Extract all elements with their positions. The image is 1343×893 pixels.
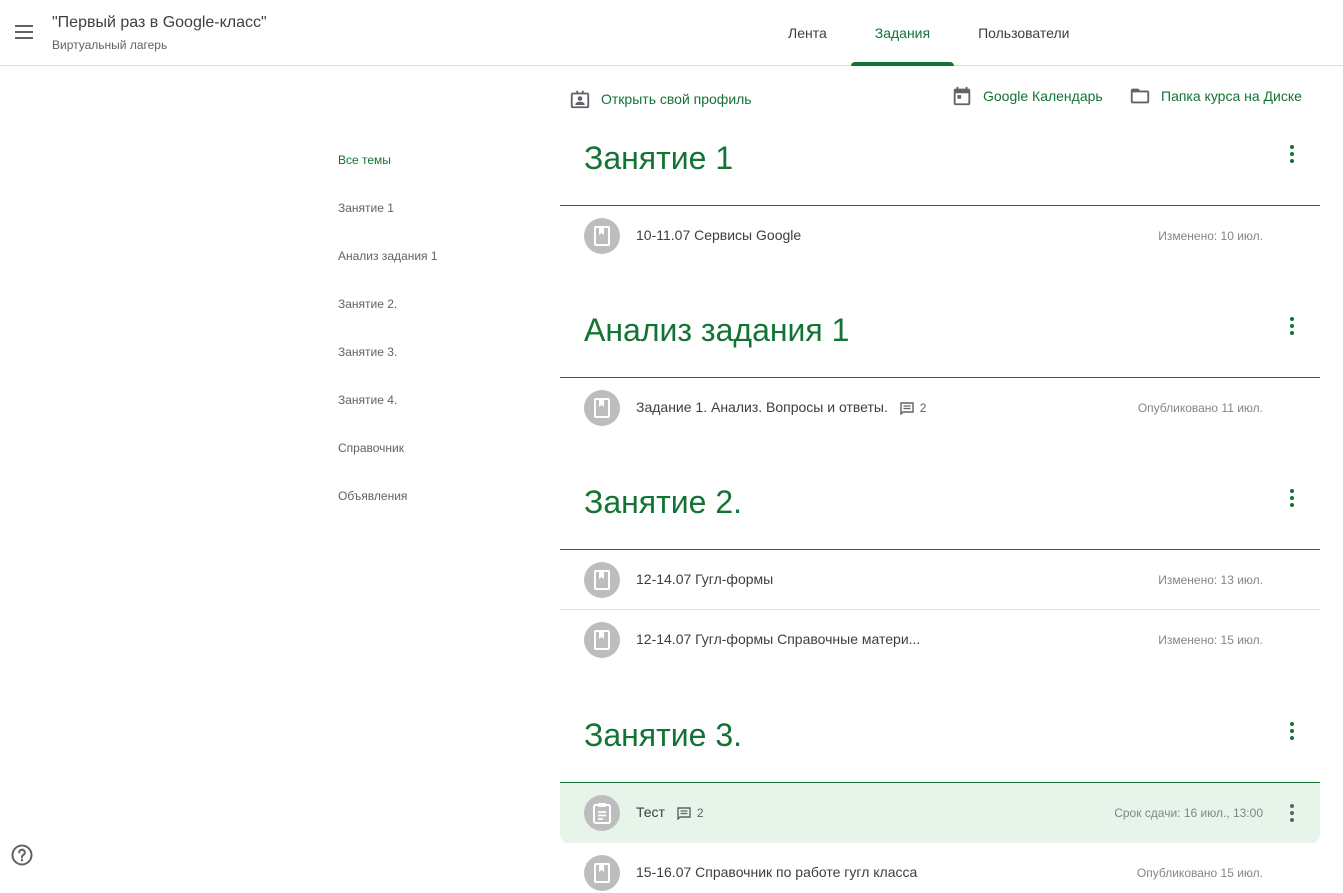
item-meta: Изменено: 15 июл. [1158, 633, 1263, 647]
topic-item[interactable]: Занятие 2. [338, 292, 538, 340]
drive-folder-label: Папка курса на Диске [1161, 88, 1302, 104]
main-tabs: Лента Задания Пользователи [764, 0, 1093, 66]
topic-item[interactable]: Анализ задания 1 [338, 244, 538, 292]
tab-stream[interactable]: Лента [764, 0, 851, 66]
item-title: 12-14.07 Гугл-формы [636, 571, 774, 587]
item-more-button[interactable] [1280, 801, 1304, 825]
material-icon [584, 855, 620, 891]
item-title: Задание 1. Анализ. Вопросы и ответы. 2 [636, 399, 926, 415]
tab-classwork[interactable]: Задания [850, 0, 955, 66]
item-title-text: Задание 1. Анализ. Вопросы и ответы. [636, 399, 888, 415]
assignment-icon [584, 795, 620, 831]
item-meta: Изменено: 10 июл. [1158, 229, 1263, 243]
section-title: Занятие 2. [584, 484, 743, 520]
section-more-button[interactable] [1280, 142, 1304, 166]
item-title: 10-11.07 Сервисы Google [636, 227, 802, 243]
topic-item[interactable]: Занятие 4. [338, 388, 538, 436]
section-more-button[interactable] [1280, 314, 1304, 338]
section-title: Анализ задания 1 [584, 312, 850, 348]
comment-icon [677, 807, 691, 820]
material-icon [584, 562, 620, 598]
open-profile-label: Открыть свой профиль [601, 91, 752, 107]
topic-section: Занятие 3. Тест 2 Срок сдачи: 16 июл., 1… [560, 713, 1320, 893]
tab-people[interactable]: Пользователи [954, 0, 1093, 66]
app-header: "Первый раз в Google-класс" Виртуальный … [0, 0, 1343, 66]
item-title: 15-16.07 Справочник по работе гугл класс… [636, 864, 918, 880]
course-subtitle: Виртуальный лагерь [52, 38, 168, 52]
calendar-icon [953, 86, 971, 106]
google-calendar-link[interactable]: Google Календарь [951, 85, 1103, 107]
item-meta: Срок сдачи: 16 июл., 13:00 [1114, 806, 1263, 820]
section-header: Занятие 3. [560, 713, 1320, 783]
main-menu-button[interactable] [8, 16, 40, 48]
section-more-button[interactable] [1280, 719, 1304, 743]
item-title: Тест 2 [636, 804, 704, 820]
material-icon [584, 218, 620, 254]
topic-item[interactable]: Объявления [338, 484, 538, 532]
google-calendar-label: Google Календарь [983, 88, 1103, 104]
section-title: Занятие 1 [584, 140, 734, 176]
section-title: Занятие 3. [584, 717, 743, 753]
comment-icon [900, 402, 914, 415]
comment-count-value: 2 [919, 401, 927, 416]
classwork-item[interactable]: 12-14.07 Гугл-формы Изменено: 13 июл. [560, 550, 1320, 610]
topic-section: Анализ задания 1 Задание 1. Анализ. Вопр… [560, 308, 1320, 438]
topic-item[interactable]: Занятие 3. [338, 340, 538, 388]
profile-icon [570, 90, 590, 109]
classwork-item[interactable]: Тест 2 Срок сдачи: 16 июл., 13:00 [560, 783, 1320, 843]
topic-all[interactable]: Все темы [338, 148, 538, 196]
menu-icon-bar [15, 37, 33, 39]
topics-list: Все темы Занятие 1 Анализ задания 1 Заня… [338, 148, 538, 532]
classwork-item[interactable]: 15-16.07 Справочник по работе гугл класс… [560, 843, 1320, 893]
menu-icon-bar [15, 25, 33, 27]
material-icon [584, 390, 620, 426]
section-header: Занятие 1 [560, 136, 1320, 206]
classwork-item[interactable]: Задание 1. Анализ. Вопросы и ответы. 2 О… [560, 378, 1320, 438]
material-icon [584, 622, 620, 658]
item-meta: Опубликовано 11 июл. [1137, 401, 1263, 415]
item-meta: Опубликовано 15 июл. [1136, 866, 1263, 880]
comment-count: 2 [900, 401, 927, 416]
course-title[interactable]: "Первый раз в Google-класс" [52, 14, 267, 32]
section-header: Занятие 2. [560, 480, 1320, 550]
topic-section: Занятие 2. 12-14.07 Гугл-формы Изменено:… [560, 480, 1320, 670]
help-button[interactable] [10, 843, 34, 867]
comment-count-value: 2 [696, 806, 704, 821]
folder-icon [1130, 88, 1150, 104]
drive-folder-link[interactable]: Папка курса на Диске [1129, 85, 1302, 107]
section-header: Анализ задания 1 [560, 308, 1320, 378]
classwork-item[interactable]: 12-14.07 Гугл-формы Справочные матери...… [560, 610, 1320, 670]
topic-item[interactable]: Занятие 1 [338, 196, 538, 244]
help-icon [11, 844, 33, 866]
comment-count: 2 [677, 806, 704, 820]
item-meta: Изменено: 13 июл. [1158, 573, 1263, 587]
topic-section: Занятие 1 10-11.07 Сервисы Google Измене… [560, 136, 1320, 266]
item-title: 12-14.07 Гугл-формы Справочные матери... [636, 631, 921, 647]
item-title-text: Тест [636, 804, 665, 820]
menu-icon-bar [15, 31, 33, 33]
open-profile-link[interactable]: Открыть свой профиль [569, 88, 752, 110]
section-more-button[interactable] [1280, 486, 1304, 510]
topic-item[interactable]: Справочник [338, 436, 538, 484]
classwork-item[interactable]: 10-11.07 Сервисы Google Изменено: 10 июл… [560, 206, 1320, 266]
